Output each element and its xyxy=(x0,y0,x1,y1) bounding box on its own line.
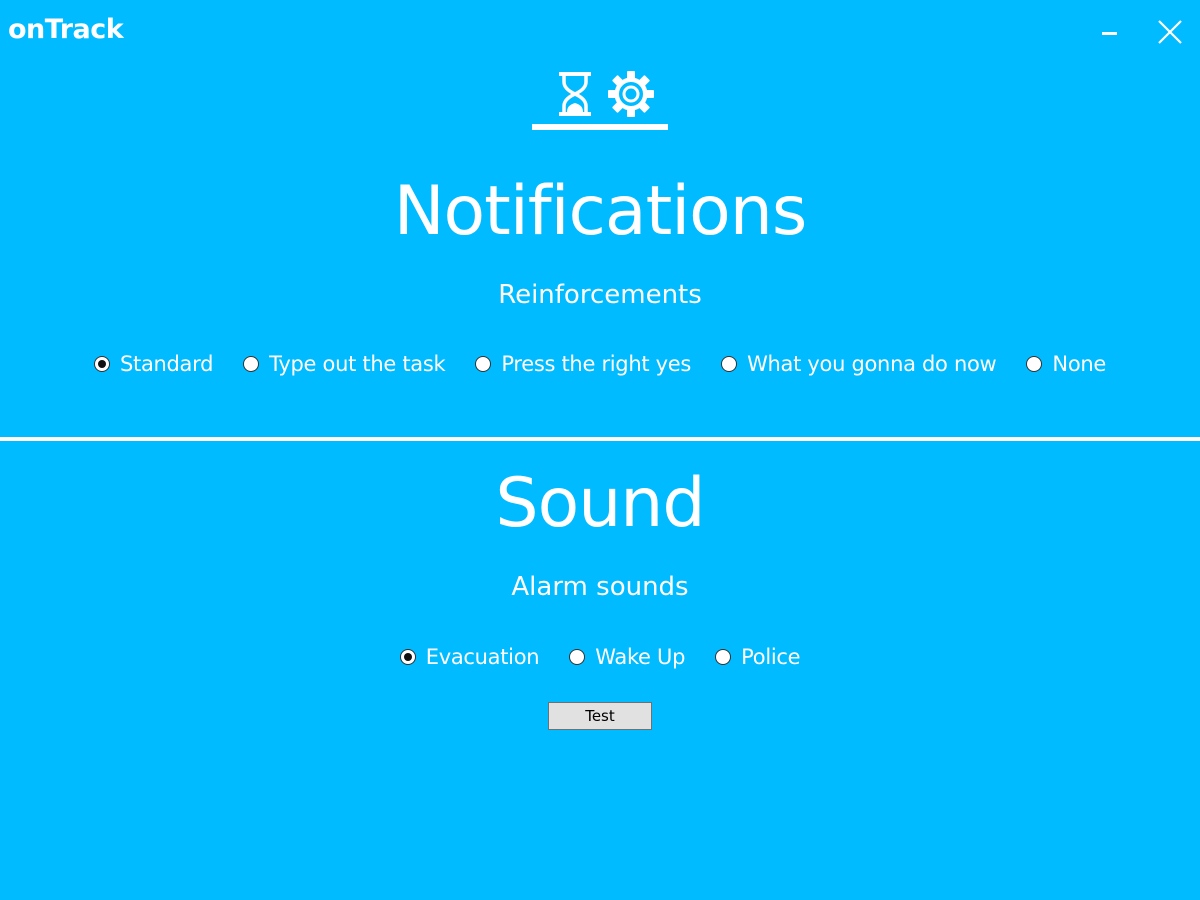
radio-label: Police xyxy=(741,645,801,669)
reinforcements-subtitle: Reinforcements xyxy=(498,280,702,310)
hourglass-icon xyxy=(559,72,591,116)
gear-icon xyxy=(608,71,654,117)
tab-selection-underline xyxy=(532,124,668,130)
tab-settings[interactable] xyxy=(604,68,658,120)
radio-none[interactable]: None xyxy=(1026,350,1106,378)
radio-type-out-the-task[interactable]: Type out the task xyxy=(243,350,446,378)
close-icon xyxy=(1158,20,1182,44)
alarm-sounds-radio-group: Evacuation Wake Up Police xyxy=(0,641,1200,673)
radio-wake-up[interactable]: Wake Up xyxy=(569,643,685,671)
radio-what-you-gonna-do-now[interactable]: What you gonna do now xyxy=(721,350,997,378)
radio-police[interactable]: Police xyxy=(715,643,801,671)
notifications-title: Notifications xyxy=(393,172,808,251)
radio-button[interactable] xyxy=(475,356,492,372)
reinforcements-radio-group: Standard Type out the task Press the rig… xyxy=(0,348,1200,380)
radio-label: Wake Up xyxy=(595,645,686,669)
test-sound-button[interactable]: Test xyxy=(548,702,652,730)
radio-press-the-right-yes[interactable]: Press the right yes xyxy=(475,350,691,378)
radio-label: Type out the task xyxy=(269,352,446,376)
sound-title: Sound xyxy=(495,464,705,543)
alarm-sounds-subtitle: Alarm sounds xyxy=(511,572,689,602)
radio-button[interactable] xyxy=(399,649,416,665)
tab-bar xyxy=(532,68,668,132)
radio-button[interactable] xyxy=(243,356,260,372)
radio-button[interactable] xyxy=(569,649,586,665)
radio-label: Press the right yes xyxy=(501,352,692,376)
minimize-icon xyxy=(1102,32,1117,35)
radio-label: Standard xyxy=(119,352,214,376)
app-title: onTrack xyxy=(8,14,124,45)
radio-button[interactable] xyxy=(721,356,738,372)
radio-button[interactable] xyxy=(715,649,732,665)
radio-button[interactable] xyxy=(93,356,110,372)
tab-timer[interactable] xyxy=(540,68,594,120)
section-divider xyxy=(0,437,1200,441)
radio-evacuation[interactable]: Evacuation xyxy=(399,643,540,671)
radio-label: What you gonna do now xyxy=(747,352,997,376)
minimize-button[interactable] xyxy=(1092,14,1128,50)
close-button[interactable] xyxy=(1152,14,1188,50)
radio-label: None xyxy=(1052,352,1106,376)
radio-label: Evacuation xyxy=(425,645,540,669)
radio-button[interactable] xyxy=(1026,356,1043,372)
radio-standard[interactable]: Standard xyxy=(93,350,214,378)
